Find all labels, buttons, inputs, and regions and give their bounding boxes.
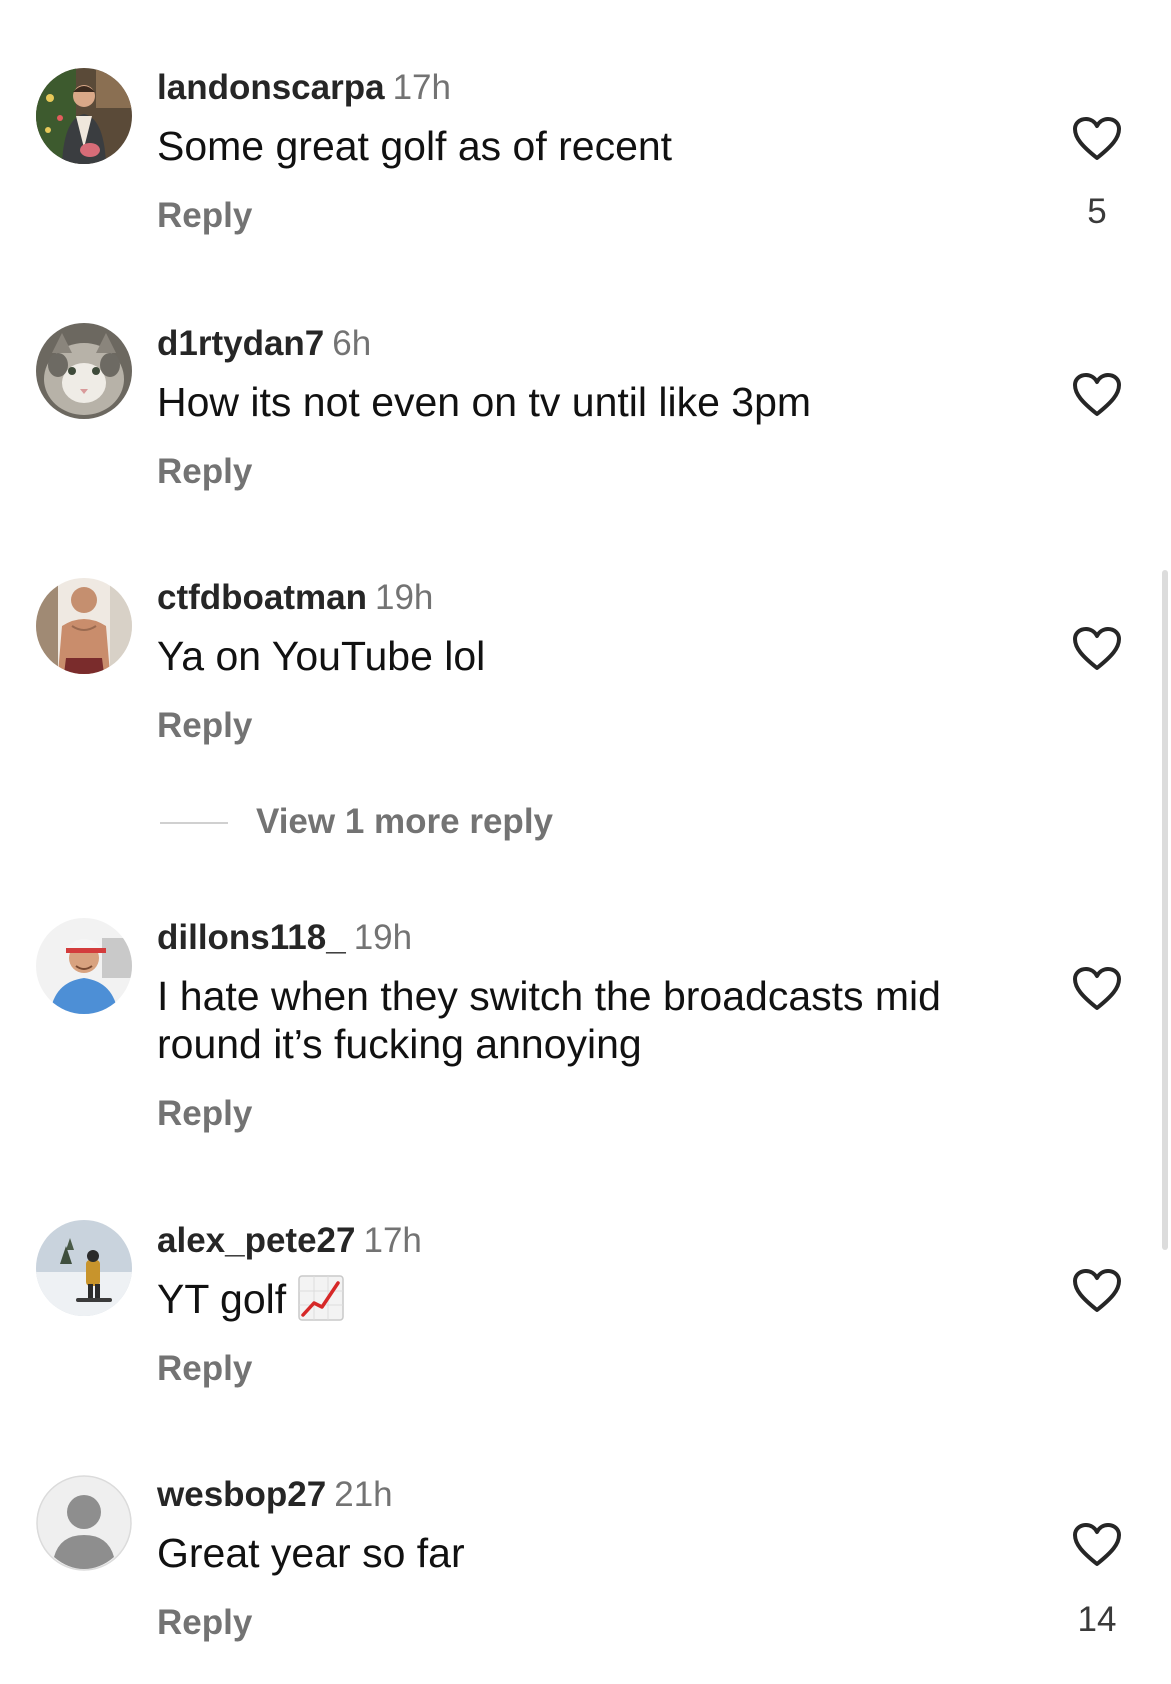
- username-link[interactable]: d1rtydan7: [157, 324, 324, 363]
- comment-text-content: YT golf: [157, 1276, 287, 1322]
- avatar[interactable]: [36, 578, 132, 674]
- username-link[interactable]: alex_pete27: [157, 1221, 355, 1260]
- comment-text: Great year so far: [157, 1530, 465, 1576]
- username-link[interactable]: landonscarpa: [157, 68, 385, 107]
- comment-header: wesbop27 21h: [157, 1475, 393, 1515]
- timestamp: 17h: [392, 68, 451, 107]
- avatar[interactable]: [36, 68, 132, 164]
- comment-text: I hate when they switch the broadcasts m…: [157, 973, 941, 1067]
- username-link[interactable]: dillons118_: [157, 918, 346, 957]
- comment-text: YT golf: [157, 1275, 1017, 1325]
- heart-outline-icon: [1073, 1269, 1121, 1312]
- reply-button[interactable]: Reply: [157, 706, 252, 746]
- like-button[interactable]: [1072, 966, 1122, 1012]
- comment-header: alex_pete27 17h: [157, 1221, 422, 1261]
- comment-header: landonscarpa 17h: [157, 68, 451, 108]
- timestamp: 6h: [332, 324, 372, 363]
- default-user-icon: [36, 1475, 132, 1571]
- username-link[interactable]: ctfdboatman: [157, 578, 367, 617]
- heart-outline-icon: [1073, 627, 1121, 670]
- like-count: 14: [1077, 1600, 1117, 1639]
- scrollbar[interactable]: [1162, 570, 1168, 1250]
- heart-outline-icon: [1073, 967, 1121, 1010]
- avatar[interactable]: [36, 323, 132, 419]
- divider-line: [160, 822, 228, 824]
- like-count: 5: [1087, 192, 1107, 231]
- timestamp: 19h: [375, 578, 434, 617]
- avatar[interactable]: [36, 1220, 132, 1316]
- like-button[interactable]: [1072, 1522, 1122, 1568]
- comment-text: Some great golf as of recent: [157, 123, 673, 169]
- chart-increasing-emoji: [298, 1275, 344, 1321]
- heart-outline-icon: [1073, 373, 1121, 416]
- timestamp: 19h: [353, 918, 413, 957]
- comment-text: Ya on YouTube lol: [157, 633, 486, 679]
- reply-button[interactable]: Reply: [157, 1349, 252, 1389]
- like-button[interactable]: [1072, 626, 1122, 672]
- like-button[interactable]: [1072, 116, 1122, 162]
- heart-outline-icon: [1073, 117, 1121, 160]
- comment-header: dillons118_ 19h: [157, 918, 412, 958]
- like-button[interactable]: [1072, 1268, 1122, 1314]
- comment-header: ctfdboatman 19h: [157, 578, 433, 618]
- timestamp: 17h: [363, 1221, 422, 1260]
- comment-item: landonscarpa 17h Some great golf as of re…: [0, 0, 1171, 280]
- heart-outline-icon: [1073, 1523, 1121, 1566]
- view-more-replies-label: View 1 more reply: [256, 802, 554, 841]
- comment-header: d1rtydan7 6h: [157, 324, 371, 364]
- reply-button[interactable]: Reply: [157, 196, 252, 236]
- timestamp: 21h: [334, 1475, 393, 1514]
- avatar[interactable]: [36, 918, 132, 1014]
- like-button[interactable]: [1072, 372, 1122, 418]
- comment-text: How its not even on tv until like 3pm: [157, 379, 812, 425]
- reply-button[interactable]: Reply: [157, 1603, 252, 1643]
- avatar[interactable]: [36, 1475, 132, 1571]
- username-link[interactable]: wesbop27: [157, 1475, 326, 1514]
- reply-button[interactable]: Reply: [157, 452, 252, 492]
- reply-button[interactable]: Reply: [157, 1094, 252, 1134]
